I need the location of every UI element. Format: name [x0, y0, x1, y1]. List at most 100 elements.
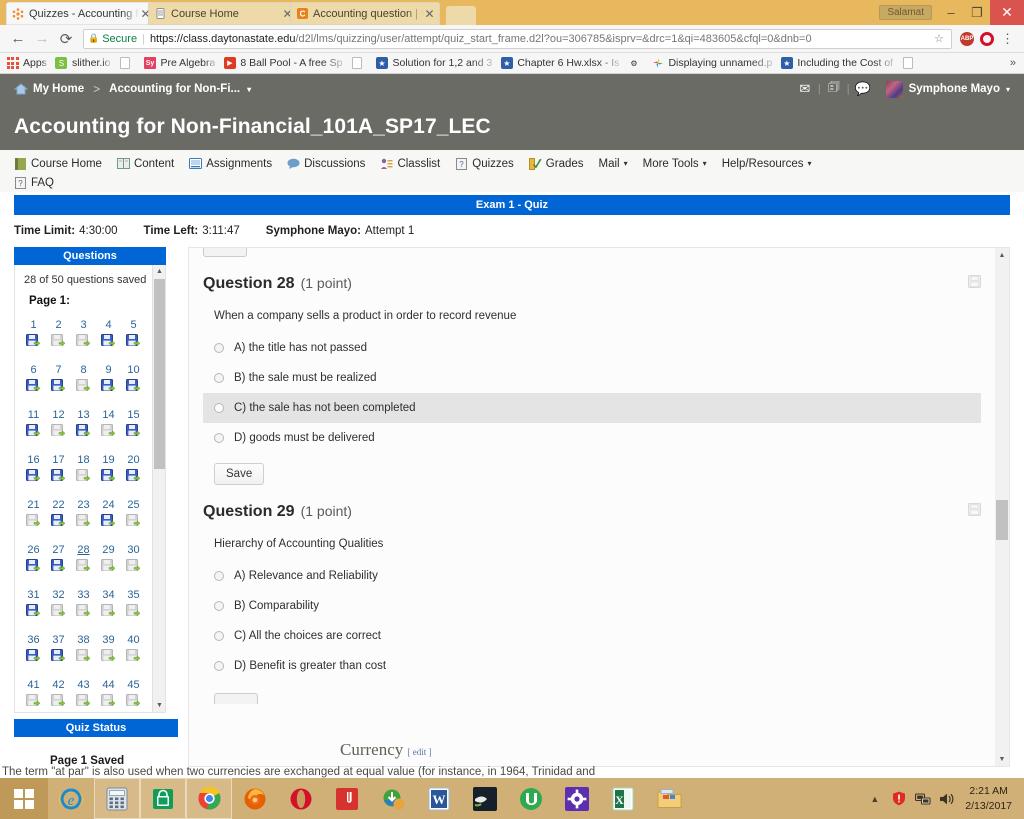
content-scrollbar[interactable]: ▲ ▼: [995, 248, 1009, 766]
nav-item-faq[interactable]: ? FAQ: [14, 173, 63, 192]
bookmarks-overflow-icon[interactable]: »: [1010, 57, 1020, 69]
steam-icon[interactable]: [462, 778, 508, 819]
bookmark-solution[interactable]: ★ Solution for 1,2 and 3: [374, 57, 499, 70]
question-nav-cell[interactable]: 3: [71, 315, 96, 360]
question-nav-cell[interactable]: 13: [71, 405, 96, 450]
question-nav-number[interactable]: 40: [121, 634, 146, 646]
question-nav-cell[interactable]: 8: [71, 360, 96, 405]
question-nav-number[interactable]: 9: [96, 364, 121, 376]
radio-button[interactable]: [214, 631, 224, 641]
chevron-down-icon[interactable]: ▾: [1006, 85, 1010, 94]
question-nav-number[interactable]: 12: [46, 409, 71, 421]
bookmark-untitled-3[interactable]: [899, 57, 921, 70]
question-nav-cell[interactable]: 25: [121, 495, 146, 540]
question-nav-number[interactable]: 7: [46, 364, 71, 376]
tray-expand-icon[interactable]: ▲: [862, 794, 887, 804]
notifications-icon[interactable]: 🗊: [821, 78, 847, 100]
question-nav-cell[interactable]: 18: [71, 450, 96, 495]
bookmark-untitled-1[interactable]: [116, 57, 141, 70]
question-nav-cell[interactable]: 14: [96, 405, 121, 450]
scroll-down-icon[interactable]: ▼: [995, 752, 1009, 766]
bookmark-chapter6[interactable]: ★ Chapter 6 Hw.xlsx - Is: [498, 57, 625, 70]
question-nav-cell[interactable]: 32: [46, 585, 71, 630]
question-nav-number[interactable]: 42: [46, 679, 71, 691]
question-nav-cell[interactable]: 5: [121, 315, 146, 360]
next-save-button-clipped[interactable]: [214, 693, 258, 704]
save-button[interactable]: Save: [214, 463, 265, 485]
question-nav-number[interactable]: 19: [96, 454, 121, 466]
question-nav-cell[interactable]: 19: [96, 450, 121, 495]
internet-explorer-icon[interactable]: e: [48, 778, 94, 819]
reload-icon[interactable]: ⟳: [54, 27, 78, 51]
question-nav-number[interactable]: 11: [21, 409, 46, 421]
question-nav-number[interactable]: 29: [96, 544, 121, 556]
scroll-up-icon[interactable]: ▲: [995, 248, 1009, 262]
breadcrumb-home-label[interactable]: My Home: [33, 83, 84, 95]
clock[interactable]: 2:21 AM 2/13/2017: [959, 784, 1022, 812]
question-nav-number[interactable]: 13: [71, 409, 96, 421]
question-nav-number[interactable]: 2: [46, 319, 71, 331]
radio-button[interactable]: [214, 601, 224, 611]
chat-icon[interactable]: 💬: [850, 81, 876, 97]
nav-item-grades[interactable]: Grades: [528, 154, 593, 173]
browser-tab-3[interactable]: C Accounting question | Ch ✕: [290, 2, 440, 25]
scroll-up-icon[interactable]: ▲: [153, 265, 165, 278]
bookmark-untitled-2[interactable]: [349, 57, 374, 70]
nav-item-help-resources[interactable]: Help/Resources ▾: [722, 155, 821, 173]
question-nav-cell[interactable]: 22: [46, 495, 71, 540]
question-nav-cell[interactable]: 11: [21, 405, 46, 450]
question-nav-cell[interactable]: 21: [21, 495, 46, 540]
bookmark-displaying-unnamed[interactable]: Displaying unnamed.p: [649, 57, 778, 70]
windows-start-icon[interactable]: [0, 778, 48, 819]
network-icon[interactable]: [911, 792, 935, 806]
question-nav-number[interactable]: 33: [71, 589, 96, 601]
radio-button[interactable]: [214, 403, 224, 413]
question-nav-number[interactable]: 34: [96, 589, 121, 601]
question-nav-cell[interactable]: 44: [96, 675, 121, 712]
question-nav-cell[interactable]: 26: [21, 540, 46, 585]
nav-item-more-tools[interactable]: More Tools ▾: [643, 155, 716, 173]
answer-choice[interactable]: C) All the choices are correct: [203, 621, 981, 651]
previous-save-button-clipped[interactable]: [203, 248, 247, 257]
excel-icon[interactable]: X: [600, 778, 646, 819]
profile-chip[interactable]: Salamat: [879, 5, 932, 20]
question-nav-number[interactable]: 8: [71, 364, 96, 376]
question-nav-number[interactable]: 31: [21, 589, 46, 601]
question-nav-cell[interactable]: 45: [121, 675, 146, 712]
question-nav-cell[interactable]: 7: [46, 360, 71, 405]
question-nav-number[interactable]: 25: [121, 499, 146, 511]
back-icon[interactable]: ←: [6, 27, 30, 51]
save-indicator-icon[interactable]: [968, 503, 981, 521]
browser-tab-1[interactable]: Quizzes - Accounting for ✕: [6, 2, 156, 25]
bookmark-including-cost[interactable]: ★ Including the Cost of: [778, 57, 899, 70]
utorrent-icon[interactable]: [508, 778, 554, 819]
question-nav-number[interactable]: 41: [21, 679, 46, 691]
avatar[interactable]: [885, 80, 903, 98]
radio-button[interactable]: [214, 433, 224, 443]
question-nav-cell[interactable]: 23: [71, 495, 96, 540]
bookmark-8-ball-pool[interactable]: ▶ 8 Ball Pool - A free Sp: [221, 57, 348, 70]
radio-button[interactable]: [214, 661, 224, 671]
bookmark-slither[interactable]: S slither.io: [53, 57, 117, 70]
question-nav-cell[interactable]: 36: [21, 630, 46, 675]
scrollbar-thumb[interactable]: [154, 279, 165, 469]
question-nav-cell[interactable]: 6: [21, 360, 46, 405]
question-nav-number[interactable]: 20: [121, 454, 146, 466]
nav-item-classlist[interactable]: Classlist: [380, 154, 449, 173]
question-nav-cell[interactable]: 40: [121, 630, 146, 675]
radio-button[interactable]: [214, 343, 224, 353]
answer-choice[interactable]: B) Comparability: [203, 591, 981, 621]
question-nav-cell[interactable]: 27: [46, 540, 71, 585]
browser-tab-2[interactable]: Course Home ✕: [148, 2, 298, 25]
chrome-icon[interactable]: [186, 778, 232, 819]
nav-item-discussions[interactable]: Discussions: [287, 154, 374, 173]
chevron-down-icon[interactable]: ▾: [247, 85, 251, 94]
address-bar[interactable]: 🔒 Secure | https://class.daytonastate.ed…: [83, 28, 952, 49]
question-nav-cell[interactable]: 34: [96, 585, 121, 630]
minimize-button[interactable]: –: [938, 0, 964, 25]
close-icon[interactable]: ✕: [423, 8, 436, 20]
question-nav-number[interactable]: 22: [46, 499, 71, 511]
radio-button[interactable]: [214, 373, 224, 383]
answer-choice-hovered[interactable]: C) the sale has not been completed: [203, 393, 981, 423]
question-nav-number[interactable]: 45: [121, 679, 146, 691]
